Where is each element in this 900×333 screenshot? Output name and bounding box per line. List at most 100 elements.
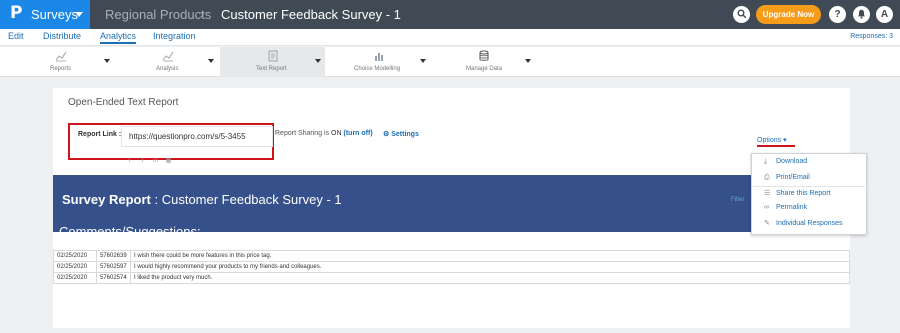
table-row: 02/25/2020 57602597 I would highly recom… [53, 261, 850, 273]
line-chart-icon [55, 51, 67, 62]
sharing-text: Report Sharing is [275, 130, 330, 137]
share-list-icon: ☰ [764, 190, 771, 197]
search-button[interactable] [733, 6, 750, 23]
embed-icon[interactable]: ▦ [165, 158, 172, 165]
share-icons: f t in ▦ [126, 149, 178, 167]
cell-comment: I liked the product very much. [130, 272, 850, 284]
product-name: Surveys [31, 7, 78, 22]
turn-off-link[interactable]: (turn off) [344, 130, 373, 137]
menu-divider [753, 186, 865, 187]
caret-down-icon [104, 59, 110, 63]
logo-icon: P [10, 3, 23, 23]
gear-icon: ⚙ [383, 131, 390, 138]
print-icon: ⎙ [764, 174, 770, 181]
tool-manage-data[interactable]: Manage Data [435, 47, 535, 77]
chevron-down-icon [75, 12, 83, 17]
report-card: Open-Ended Text Report Report Link : htt… [53, 88, 850, 328]
caret-down-icon [315, 59, 321, 63]
report-banner: Survey Report : Customer Feedback Survey… [53, 175, 850, 239]
options-underline [757, 145, 795, 147]
cell-date: 02/25/2020 [53, 250, 97, 262]
linkedin-icon[interactable]: in [152, 158, 159, 165]
top-bar: P Surveys Regional Products › Customer F… [0, 0, 900, 29]
bell-icon [858, 9, 865, 19]
download-icon: ⤓ [764, 158, 768, 165]
settings-link[interactable]: ⚙ Settings [383, 130, 419, 138]
cell-id: 57602597 [96, 261, 131, 273]
menu-item-label: Permalink [776, 204, 808, 211]
menu-item-individual-responses[interactable]: ✎ Individual Responses [764, 219, 843, 227]
report-link-label: Report Link : [78, 131, 122, 138]
analytics-toolbar: Reports Analysis Text Report Choice Mode… [0, 47, 900, 77]
breadcrumb-survey: Customer Feedback Survey - 1 [221, 7, 401, 22]
nav-edit[interactable]: Edit [8, 31, 24, 41]
nav-distribute[interactable]: Distribute [43, 31, 81, 41]
upgrade-button[interactable]: Upgrade Now [756, 5, 821, 24]
menu-item-download[interactable]: ⤓ Download [764, 158, 807, 166]
cell-date: 02/25/2020 [53, 272, 97, 284]
caret-down-icon [420, 59, 426, 63]
comments-table: 02/25/2020 57602639 I wish there could b… [53, 250, 850, 284]
table-row: 02/25/2020 57602639 I wish there could b… [53, 250, 850, 262]
options-label: Options [757, 137, 782, 144]
notifications-button[interactable] [853, 6, 870, 23]
menu-item-label: Print/Email [776, 174, 810, 181]
twitter-icon[interactable]: t [139, 158, 146, 165]
tool-analysis[interactable]: Analysis [115, 47, 220, 77]
line-chart-icon [162, 51, 174, 62]
section-title: Comments/Suggestions: [59, 224, 201, 239]
breadcrumb-folder[interactable]: Regional Products [105, 7, 211, 22]
nav-integration[interactable]: Integration [153, 31, 196, 41]
tool-choice-modelling[interactable]: Choice Modelling [325, 47, 435, 77]
table-row: 02/25/2020 57602574 I liked the product … [53, 272, 850, 284]
report-link-url: https://questionpro.com/s/5-3455 [129, 132, 246, 141]
link-icon: ∞ [764, 204, 769, 211]
report-link-box: Report Link : https://questionpro.com/s/… [68, 123, 274, 164]
nav-analytics[interactable]: Analytics [100, 31, 137, 44]
breadcrumb-separator: › [200, 6, 205, 21]
page-title: Open-Ended Text Report [68, 97, 179, 108]
product-switcher[interactable]: P Surveys [0, 0, 90, 29]
database-icon [479, 50, 489, 61]
report-title: Survey Report : Customer Feedback Survey… [62, 192, 342, 207]
tool-text-report[interactable]: Text Report [220, 47, 325, 77]
tool-label: Analysis [156, 66, 179, 72]
help-button[interactable]: ? [829, 6, 846, 23]
report-title-bold: Survey Report [62, 192, 151, 207]
menu-item-label: Individual Responses [776, 220, 843, 227]
tool-reports[interactable]: Reports [0, 47, 115, 77]
sharing-status: Report Sharing is ON (turn off) [275, 130, 373, 137]
avatar[interactable]: A [876, 6, 893, 23]
caret-down-icon: ▾ [783, 137, 787, 144]
sharing-state: ON [331, 130, 342, 137]
report-title-rest: : Customer Feedback Survey - 1 [150, 192, 342, 207]
menu-item-label: Download [776, 158, 808, 165]
menu-item-permalink[interactable]: ∞ Permalink [764, 204, 807, 211]
tool-label: Manage Data [466, 66, 503, 72]
bar-chart-icon [375, 53, 383, 61]
menu-item-share[interactable]: ☰ Share this Report [764, 189, 830, 197]
facebook-icon[interactable]: f [126, 158, 133, 165]
menu-item-print-email[interactable]: ⎙ Print/Email [764, 174, 810, 182]
cell-date: 02/25/2020 [53, 261, 97, 273]
document-icon [268, 50, 278, 62]
tool-label: Reports [50, 66, 72, 72]
responses-count[interactable]: Responses: 3 [850, 33, 893, 40]
cell-id: 57602574 [96, 272, 131, 284]
cell-comment: I wish there could be more features in t… [130, 250, 850, 262]
cell-comment: I would highly recommend your products t… [130, 261, 850, 273]
tool-label: Choice Modelling [354, 66, 401, 72]
options-menu: ⤓ Download ⎙ Print/Email ☰ Share this Repor… [751, 153, 867, 235]
filter-link[interactable]: Filter [731, 197, 744, 203]
caret-down-icon [208, 59, 214, 63]
edit-icon: ✎ [764, 220, 770, 227]
options-button[interactable]: Options ▾ [757, 136, 787, 144]
menu-item-label: Share this Report [776, 190, 831, 197]
report-link-input[interactable]: https://questionpro.com/s/5-3455 [121, 126, 273, 147]
caret-down-icon [525, 59, 531, 63]
search-icon [737, 9, 746, 19]
cell-id: 57602639 [96, 250, 131, 262]
tool-label: Text Report [256, 66, 287, 72]
settings-label: Settings [391, 131, 419, 138]
main-nav: Edit Distribute Analytics Integration Re… [0, 29, 900, 46]
